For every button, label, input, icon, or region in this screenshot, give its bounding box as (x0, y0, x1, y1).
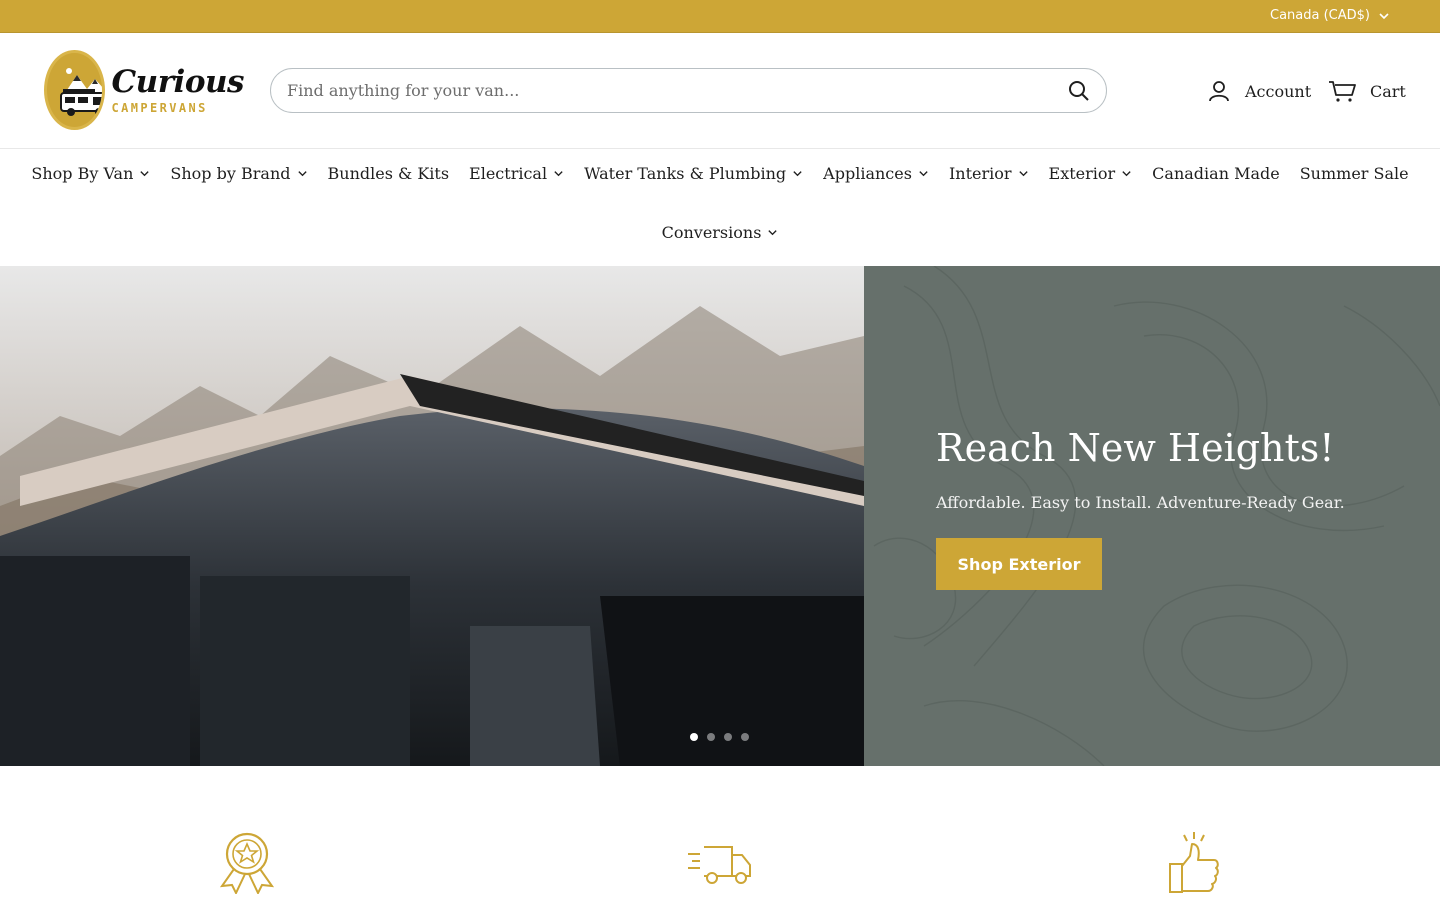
chevron-down-icon (1122, 171, 1131, 177)
site-logo[interactable]: Curious CAMPERVANS (44, 49, 244, 131)
user-icon (1209, 81, 1229, 102)
features-row (0, 766, 1440, 900)
logo-badge (44, 50, 105, 130)
hero-title: Reach New Heights! (936, 426, 1335, 470)
shop-exterior-button[interactable]: Shop Exterior (936, 538, 1102, 590)
nav-item-label: Interior (948, 164, 1012, 183)
account-label: Account (1245, 81, 1312, 101)
nav-item-canadian-made[interactable]: Canadian Made (1152, 164, 1280, 183)
nav-item-shop-by-van[interactable]: Shop By Van (31, 164, 150, 183)
search-input[interactable] (287, 69, 1047, 112)
nav-item-label: Shop By Van (31, 164, 134, 183)
chevron-down-icon (140, 171, 150, 177)
nav-item-label: Exterior (1048, 164, 1116, 183)
nav-item-summer-sale[interactable]: Summer Sale (1300, 164, 1409, 183)
slide-dot-2[interactable] (707, 733, 715, 741)
nav-item-exterior[interactable]: Exterior (1049, 164, 1133, 183)
van-mountain-icon (60, 68, 102, 116)
cart-label: Cart (1370, 81, 1406, 101)
logo-subtitle: CAMPERVANS (111, 101, 208, 115)
hero-text-panel: Reach New Heights! Affordable. Easy to I… (864, 266, 1440, 766)
nav-row-primary: Shop By Van Shop by Brand Bundles & Kits… (0, 164, 1440, 183)
currency-label: Canada (CAD$) (1270, 8, 1370, 23)
nav-item-label: Appliances (823, 164, 912, 183)
slide-dot-1[interactable] (690, 733, 698, 741)
chevron-down-icon (768, 230, 778, 236)
hero-slideshow: Reach New Heights! Affordable. Easy to I… (0, 266, 1440, 766)
announcement-bar: Canada (CAD$) (0, 0, 1440, 33)
nav-item-electrical[interactable]: Electrical (469, 164, 564, 183)
search-bar (270, 68, 1107, 113)
site-header: Curious CAMPERVANS Account Cart (0, 33, 1440, 149)
search-icon[interactable] (1068, 80, 1090, 102)
nav-item-water-tanks-plumbing[interactable]: Water Tanks & Plumbing (584, 164, 803, 183)
nav-item-label: Electrical (469, 164, 548, 183)
chevron-down-icon (554, 171, 563, 177)
hero-subtitle: Affordable. Easy to Install. Adventure-R… (936, 493, 1345, 512)
slide-dot-4[interactable] (741, 733, 749, 741)
nav-item-shop-by-brand[interactable]: Shop by Brand (170, 164, 307, 183)
nav-item-label: Water Tanks & Plumbing (584, 164, 787, 183)
nav-item-label: Shop by Brand (170, 164, 291, 183)
topographic-pattern (873, 266, 1440, 766)
cart-icon (1329, 81, 1356, 102)
award-ribbon-icon (219, 832, 275, 894)
slideshow-dots (690, 733, 749, 741)
chevron-down-icon (793, 171, 802, 177)
nav-item-label: Bundles & Kits (327, 164, 450, 183)
nav-item-label: Summer Sale (1299, 164, 1409, 183)
chevron-down-icon (1018, 171, 1028, 177)
chevron-down-icon (297, 171, 307, 177)
delivery-truck-icon (688, 846, 751, 884)
thumbs-up-icon (1169, 832, 1219, 893)
account-link[interactable]: Account (1207, 79, 1311, 103)
nav-row-secondary: Conversions (0, 223, 1440, 242)
van-roof-rack-photo (0, 266, 864, 766)
chevron-down-icon (1379, 12, 1389, 19)
nav-item-appliances[interactable]: Appliances (823, 164, 929, 183)
slide-dot-3[interactable] (724, 733, 732, 741)
nav-item-conversions[interactable]: Conversions (662, 223, 779, 242)
cart-link[interactable]: Cart (1328, 79, 1406, 103)
hero-image (0, 266, 864, 766)
main-navigation: Shop By Van Shop by Brand Bundles & Kits… (0, 150, 1440, 266)
nav-item-interior[interactable]: Interior (949, 164, 1029, 183)
nav-item-label: Conversions (661, 223, 762, 242)
currency-selector[interactable]: Canada (CAD$) (1270, 8, 1390, 23)
chevron-down-icon (919, 171, 928, 177)
nav-item-bundles-kits[interactable]: Bundles & Kits (328, 164, 450, 183)
logo-wordmark: Curious (111, 64, 245, 100)
nav-item-label: Canadian Made (1152, 164, 1280, 183)
